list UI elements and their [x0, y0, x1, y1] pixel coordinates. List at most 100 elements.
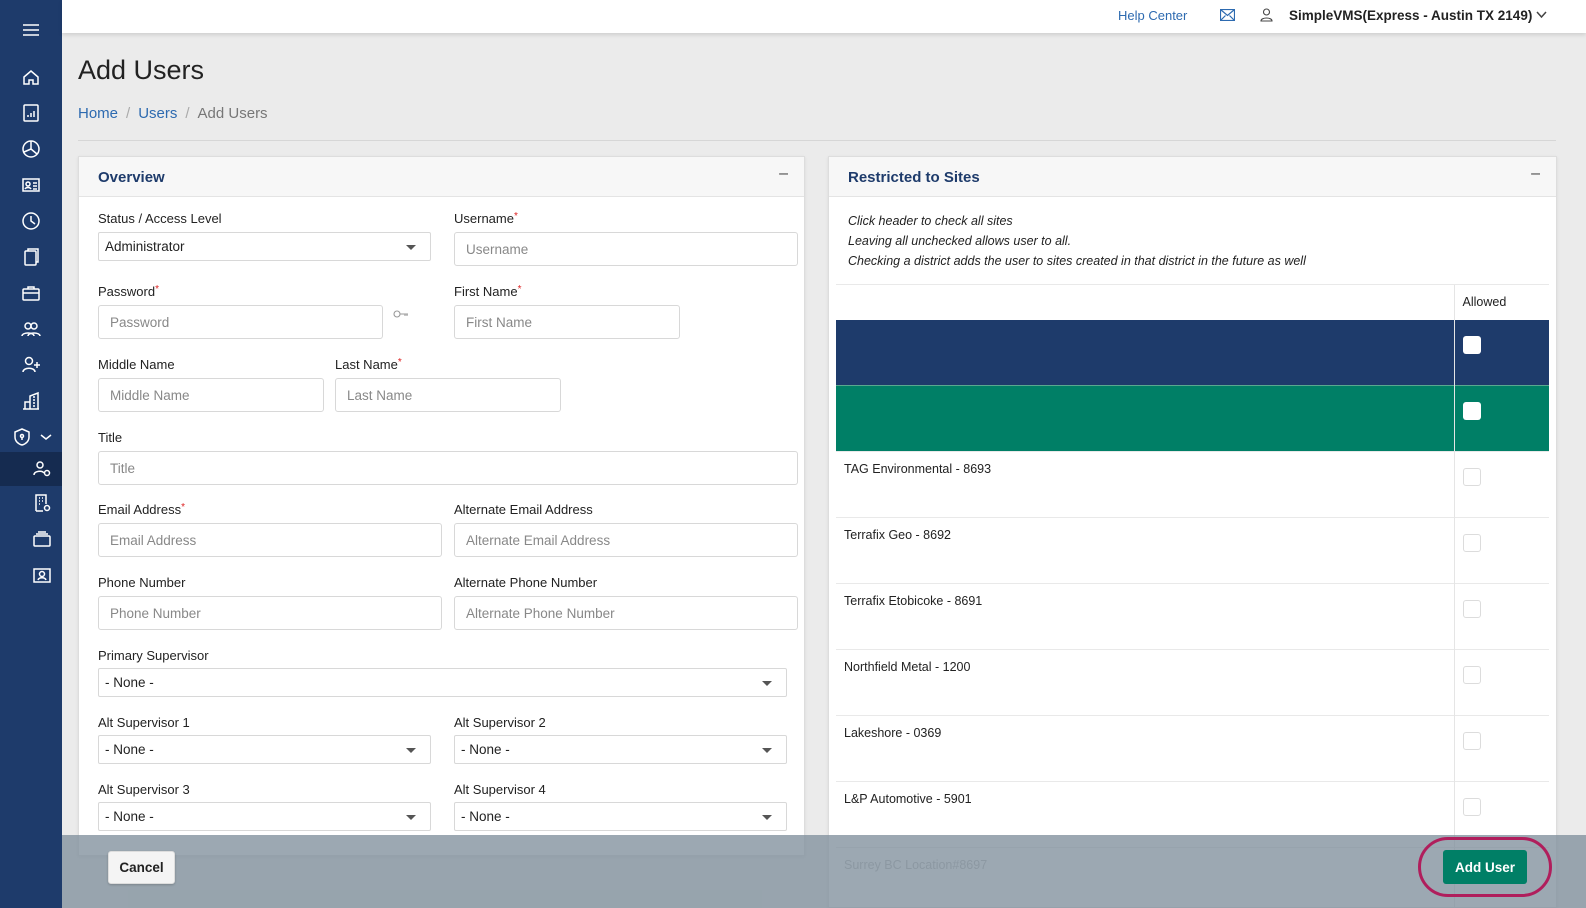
dropdown-caret-icon [406, 815, 416, 820]
primary-supervisor-select[interactable]: - None - [98, 668, 787, 697]
breadcrumb-current: Add Users [197, 105, 268, 122]
site-allowed-checkbox[interactable] [1462, 534, 1481, 552]
site-allowed-checkbox[interactable] [1462, 732, 1481, 750]
sidebar-item-home[interactable] [0, 60, 62, 94]
site-name: Terrafix Etobicoke - 8691 [836, 583, 1454, 650]
site-name-header[interactable] [836, 284, 1454, 320]
collapse-sites-button[interactable]: – [1531, 165, 1540, 183]
email-input[interactable] [98, 523, 442, 557]
site-row[interactable]: Northfield Metal - 1200 [836, 649, 1549, 716]
username-input[interactable] [454, 232, 798, 266]
site-name: Northfield Metal - 1200 [836, 649, 1454, 716]
site-allowed-checkbox[interactable] [1462, 468, 1481, 486]
home-icon [23, 70, 39, 85]
key-icon[interactable] [393, 309, 409, 319]
sidebar-item-reports[interactable] [0, 96, 62, 130]
middle-name-input[interactable] [98, 378, 324, 412]
sidebar-menu-toggle[interactable] [0, 13, 62, 47]
sidebar-item-user-settings[interactable] [0, 452, 62, 486]
middle-name-label: Middle Name [98, 357, 175, 372]
site-row[interactable]: Lakeshore - 0369 [836, 715, 1549, 782]
dropdown-caret-icon [406, 748, 416, 753]
sidebar-item-sites[interactable] [0, 384, 62, 418]
user-settings-icon [33, 461, 51, 477]
org-selector[interactable]: SimpleVMS(Express - Austin TX 2149) [1289, 8, 1532, 23]
breadcrumb: Home / Users / Add Users [78, 105, 268, 122]
group-row[interactable] [836, 385, 1549, 452]
phone-input[interactable] [98, 596, 442, 630]
status-select-value: Administrator [105, 239, 185, 254]
group-checkbox[interactable] [1462, 402, 1481, 420]
first-name-input[interactable] [454, 305, 680, 339]
site-row[interactable]: Terrafix Etobicoke - 8691 [836, 583, 1549, 650]
sidebar-item-visitors[interactable] [0, 168, 62, 202]
sites-panel-title: Restricted to Sites [848, 169, 980, 186]
alt-supervisor-2-select[interactable]: - None - [454, 735, 787, 764]
form-action-bar: Cancel Add User [62, 835, 1586, 908]
site-allowed-checkbox[interactable] [1462, 666, 1481, 684]
alt-supervisor-1-select[interactable]: - None - [98, 735, 431, 764]
password-label: Password* [98, 284, 159, 299]
collapse-overview-button[interactable]: – [779, 165, 788, 183]
restricted-sites-panel: Restricted to Sites – Click header to ch… [828, 156, 1557, 908]
alt-supervisor-3-select[interactable]: - None - [98, 802, 431, 831]
alt-supervisor-1-label: Alt Supervisor 1 [98, 715, 190, 730]
site-allowed-checkbox[interactable] [1462, 798, 1481, 816]
site-row[interactable]: Terrafix Geo - 8692 [836, 517, 1549, 584]
alt-supervisor-4-select[interactable]: - None - [454, 802, 787, 831]
sidebar-item-add-user[interactable] [0, 348, 62, 382]
status-select[interactable]: Administrator [98, 232, 431, 261]
chevron-down-icon [40, 434, 52, 440]
primary-supervisor-label: Primary Supervisor [98, 648, 209, 663]
alt-supervisor-2-label: Alt Supervisor 2 [454, 715, 546, 730]
district-checkbox[interactable] [1462, 335, 1481, 354]
sidebar-item-badges[interactable] [0, 558, 62, 592]
clock-icon [22, 212, 40, 230]
status-label: Status / Access Level [98, 211, 222, 226]
sidebar-item-security[interactable] [0, 420, 62, 454]
add-user-button[interactable]: Add User [1443, 850, 1527, 884]
phone-label: Phone Number [98, 575, 186, 590]
shield-icon [14, 428, 30, 446]
instruction-line: Leaving all unchecked allows user to all… [848, 234, 1072, 248]
breadcrumb-home[interactable]: Home [78, 105, 118, 122]
menu-icon [23, 24, 39, 36]
sidebar-item-card-stack[interactable] [0, 522, 62, 556]
sites-panel-header[interactable]: Restricted to Sites – [829, 157, 1556, 197]
buildings-icon [23, 391, 39, 410]
district-row[interactable] [836, 319, 1549, 386]
sidebar-item-history[interactable] [0, 204, 62, 238]
email-label: Email Address* [98, 502, 185, 517]
cancel-button[interactable]: Cancel [108, 851, 175, 884]
sidebar-item-contractors[interactable] [0, 276, 62, 310]
sidebar-item-analytics[interactable] [0, 132, 62, 166]
alt-email-input[interactable] [454, 523, 798, 557]
user-icon [1260, 8, 1273, 22]
alt-supervisor-2-value: - None - [461, 742, 510, 757]
group-name [836, 385, 1454, 452]
sidebar [0, 0, 62, 908]
password-input[interactable] [98, 305, 383, 339]
mail-icon[interactable] [1220, 9, 1235, 21]
username-label: Username* [454, 211, 518, 226]
district-name [836, 319, 1454, 386]
alt-phone-input[interactable] [454, 596, 798, 630]
sidebar-item-groups[interactable] [0, 312, 62, 346]
last-name-input[interactable] [335, 378, 561, 412]
title-input[interactable] [98, 451, 798, 485]
overview-panel-header[interactable]: Overview – [79, 157, 804, 197]
allowed-column-header[interactable]: Allowed [1453, 284, 1549, 320]
title-label: Title [98, 430, 123, 445]
sidebar-item-documents[interactable] [0, 240, 62, 274]
report-chart-icon [23, 104, 39, 122]
alt-supervisor-4-value: - None - [461, 809, 510, 824]
briefcase-icon [22, 286, 40, 301]
site-row[interactable]: TAG Environmental - 8693 [836, 451, 1549, 518]
sidebar-item-building-settings[interactable] [0, 486, 62, 520]
help-center-link[interactable]: Help Center [1118, 8, 1187, 23]
chevron-down-icon[interactable] [1536, 11, 1547, 19]
breadcrumb-users[interactable]: Users [138, 105, 177, 122]
header-divider [78, 140, 1556, 141]
site-allowed-checkbox[interactable] [1462, 600, 1481, 618]
breadcrumb-separator: / [185, 105, 190, 122]
